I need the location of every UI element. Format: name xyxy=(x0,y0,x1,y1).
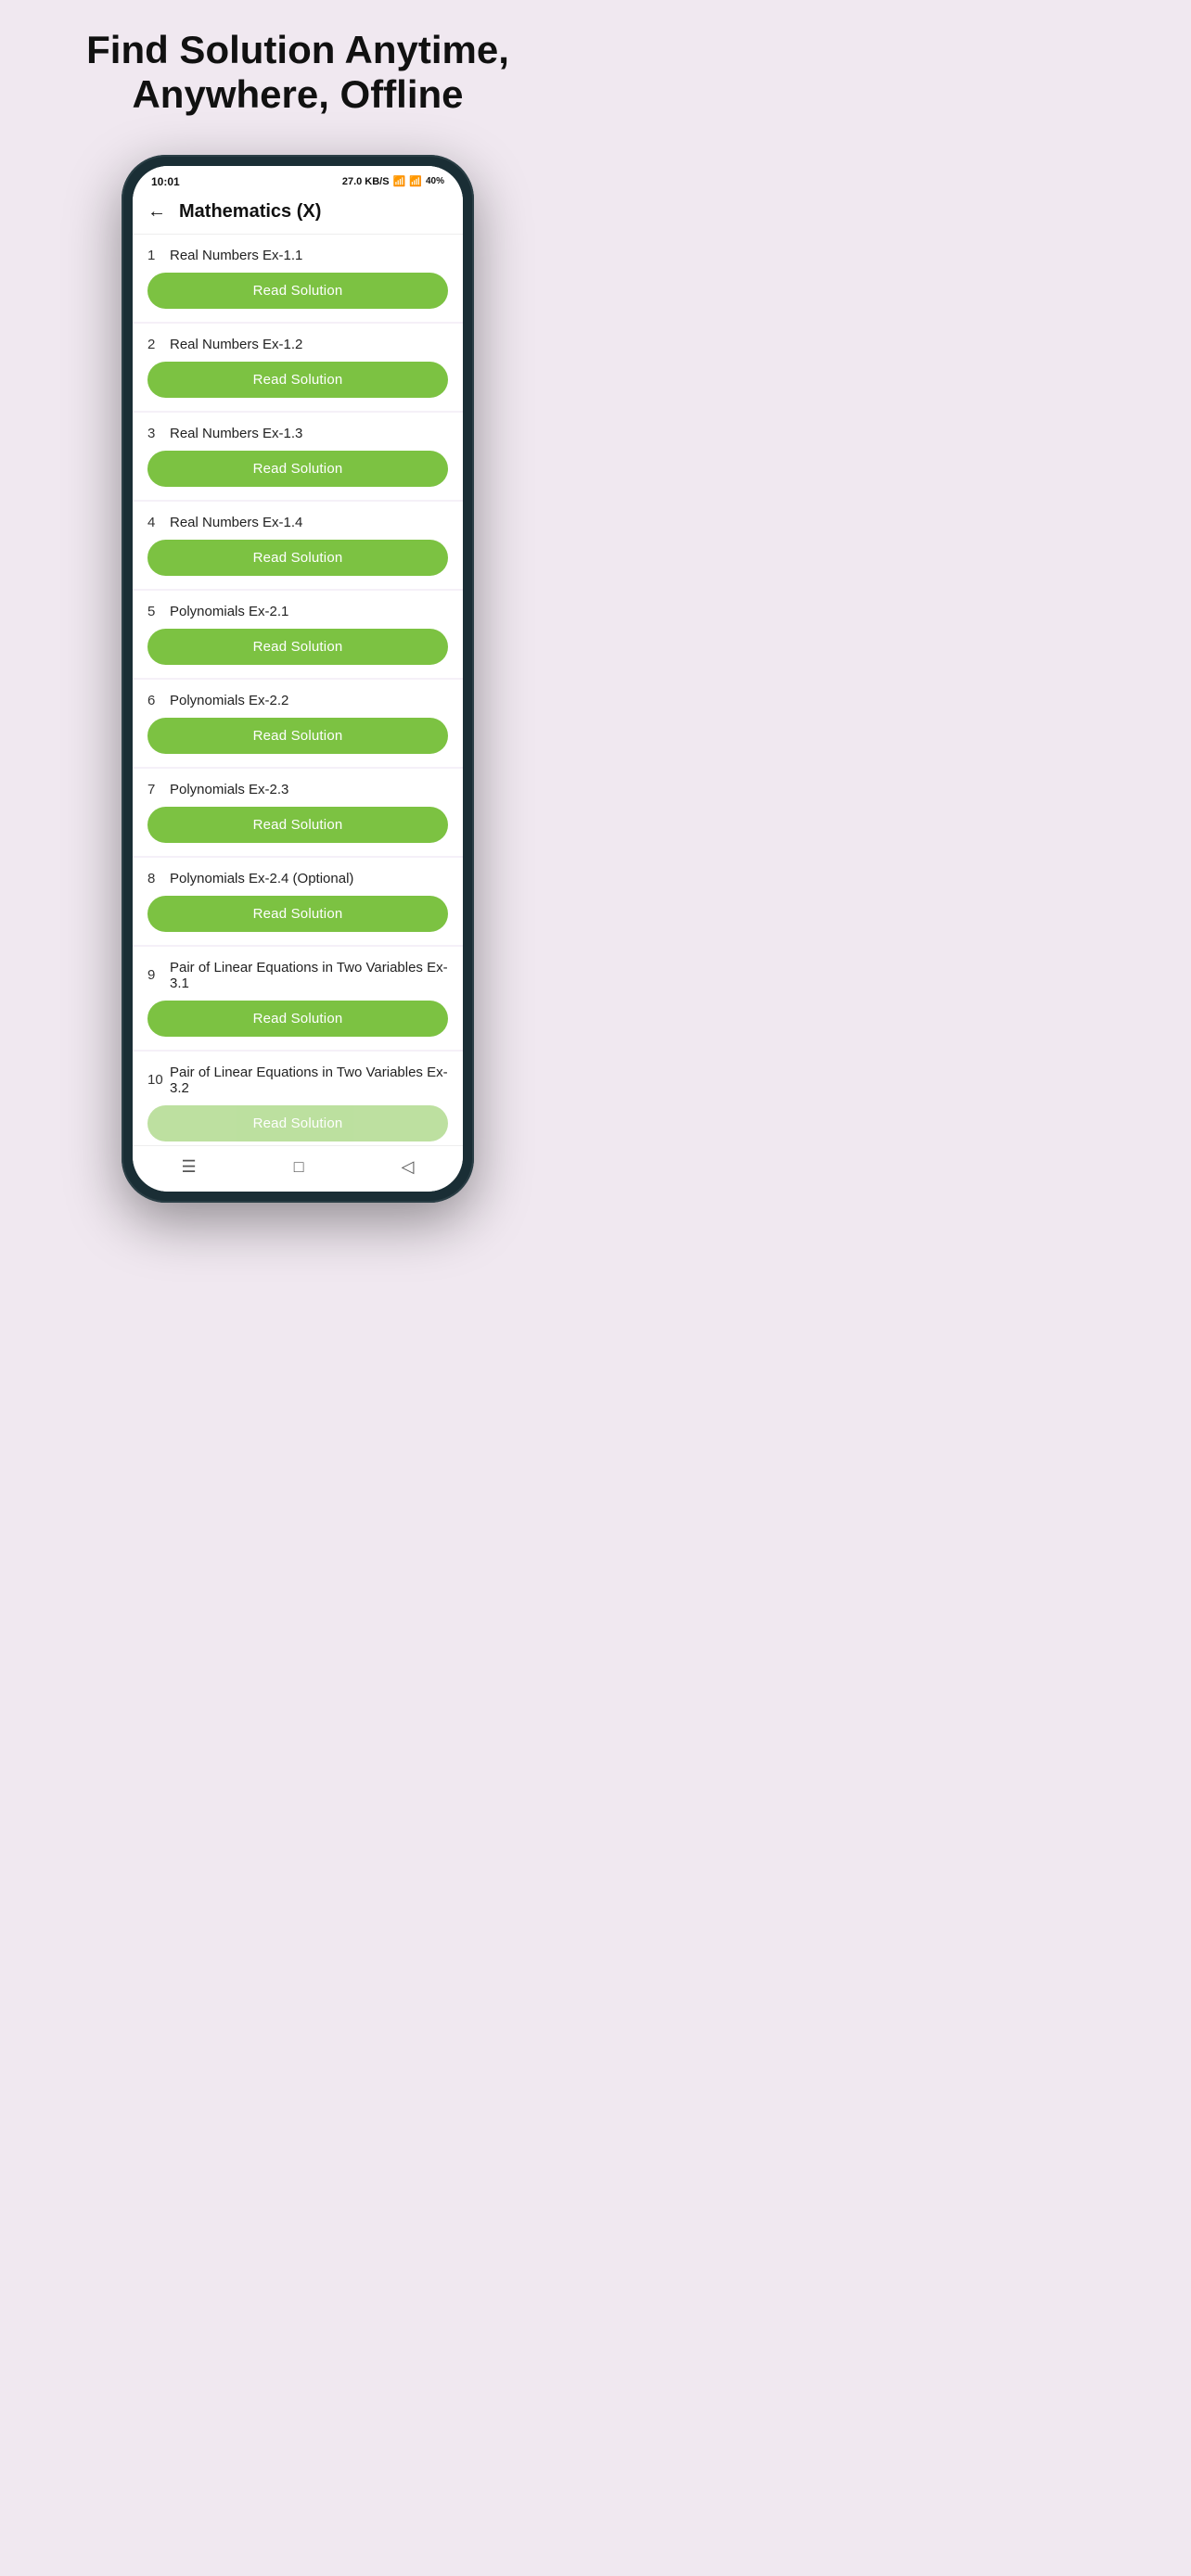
item-number: 9 xyxy=(147,967,170,983)
bottom-nav-bar: ☰ □ ◁ xyxy=(133,1145,463,1192)
item-number: 10 xyxy=(147,1072,170,1088)
item-number: 1 xyxy=(147,248,170,263)
list-item: 4 Real Numbers Ex-1.4 Read Solution xyxy=(133,502,463,589)
item-label: Real Numbers Ex-1.2 xyxy=(170,337,302,352)
read-solution-button[interactable]: Read Solution xyxy=(147,896,448,932)
page-title: Mathematics (X) xyxy=(179,201,321,223)
read-solution-button[interactable]: Read Solution xyxy=(147,1001,448,1037)
list-item: 9 Pair of Linear Equations in Two Variab… xyxy=(133,947,463,1050)
list-item: 7 Polynomials Ex-2.3 Read Solution xyxy=(133,769,463,856)
item-number: 7 xyxy=(147,782,170,797)
exercise-list: 1 Real Numbers Ex-1.1 Read Solution 2 Re… xyxy=(133,235,463,1145)
item-label: Polynomials Ex-2.4 (Optional) xyxy=(170,871,353,886)
read-solution-button[interactable]: Read Solution xyxy=(147,540,448,576)
list-item: 1 Real Numbers Ex-1.1 Read Solution xyxy=(133,235,463,322)
list-item: 8 Polynomials Ex-2.4 (Optional) Read Sol… xyxy=(133,858,463,945)
hero-title: Find Solution Anytime, Anywhere, Offline xyxy=(19,28,577,118)
data-speed-label: 27.0 KB/S xyxy=(342,176,390,187)
phone-frame: 10:01 27.0 KB/S 📶 📶 40% ← Mathematics (X… xyxy=(122,155,474,1203)
read-solution-button[interactable]: Read Solution xyxy=(147,1105,448,1141)
read-solution-button[interactable]: Read Solution xyxy=(147,451,448,487)
read-solution-button[interactable]: Read Solution xyxy=(147,273,448,309)
battery-label: 40% xyxy=(426,176,444,186)
status-right: 27.0 KB/S 📶 📶 40% xyxy=(342,175,444,187)
item-label: Polynomials Ex-2.3 xyxy=(170,782,288,797)
item-label: Pair of Linear Equations in Two Variable… xyxy=(170,1065,448,1096)
item-label: Polynomials Ex-2.2 xyxy=(170,693,288,708)
item-number: 3 xyxy=(147,426,170,441)
status-time: 10:01 xyxy=(151,175,180,188)
list-item: 3 Real Numbers Ex-1.3 Read Solution xyxy=(133,413,463,500)
item-label: Real Numbers Ex-1.4 xyxy=(170,515,302,530)
item-label: Real Numbers Ex-1.3 xyxy=(170,426,302,441)
item-label: Pair of Linear Equations in Two Variable… xyxy=(170,960,448,991)
read-solution-button[interactable]: Read Solution xyxy=(147,362,448,398)
list-item-partial: 10 Pair of Linear Equations in Two Varia… xyxy=(133,1052,463,1145)
item-number: 6 xyxy=(147,693,170,708)
home-icon[interactable]: □ xyxy=(294,1157,304,1177)
item-number: 8 xyxy=(147,871,170,886)
item-number: 5 xyxy=(147,604,170,619)
item-number: 2 xyxy=(147,337,170,352)
read-solution-button[interactable]: Read Solution xyxy=(147,807,448,843)
status-bar: 10:01 27.0 KB/S 📶 📶 40% xyxy=(133,166,463,194)
list-item: 2 Real Numbers Ex-1.2 Read Solution xyxy=(133,324,463,411)
back-nav-icon[interactable]: ◁ xyxy=(402,1157,415,1177)
item-label: Polynomials Ex-2.1 xyxy=(170,604,288,619)
item-label: Real Numbers Ex-1.1 xyxy=(170,248,302,263)
wifi-icon: 📶 xyxy=(393,175,406,187)
read-solution-button[interactable]: Read Solution xyxy=(147,629,448,665)
nav-header: ← Mathematics (X) xyxy=(133,194,463,235)
menu-icon[interactable]: ☰ xyxy=(182,1157,197,1177)
item-number: 4 xyxy=(147,515,170,530)
list-item: 5 Polynomials Ex-2.1 Read Solution xyxy=(133,591,463,678)
read-solution-button[interactable]: Read Solution xyxy=(147,718,448,754)
signal-icon: 📶 xyxy=(409,175,422,187)
back-button[interactable]: ← xyxy=(147,201,166,223)
phone-screen: 10:01 27.0 KB/S 📶 📶 40% ← Mathematics (X… xyxy=(133,166,463,1192)
list-item: 6 Polynomials Ex-2.2 Read Solution xyxy=(133,680,463,767)
